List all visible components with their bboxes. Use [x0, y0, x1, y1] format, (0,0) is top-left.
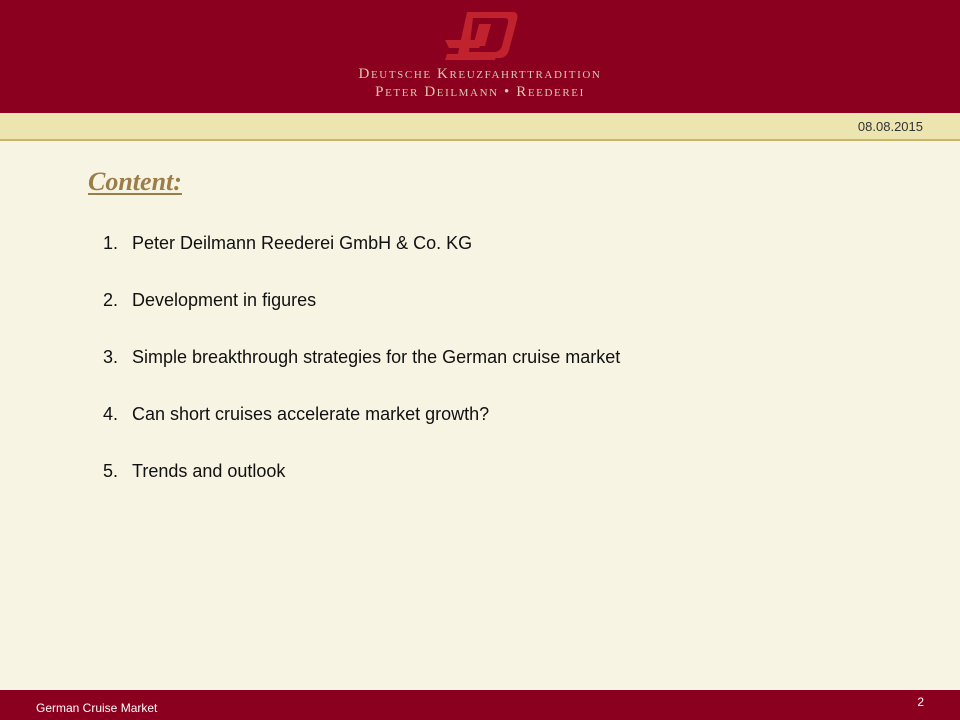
list-item-number: 5. [103, 461, 119, 481]
slide-date: 08.08.2015 [857, 119, 923, 134]
header-banner: Deutsche Kreuzfahrttradition Peter Deilm… [0, 0, 960, 113]
list-item-text: Simple breakthrough strategies for the G… [132, 347, 621, 367]
list-item-text: Trends and outlook [132, 461, 286, 481]
brand-line-1: Deutsche Kreuzfahrttradition [358, 66, 602, 82]
brand-line-2: Peter Deilmann • Reederei [375, 84, 585, 100]
date-bar: 08.08.2015 [0, 113, 960, 141]
list-item-text: Peter Deilmann Reederei GmbH & Co. KG [132, 233, 473, 253]
footer-bar: German Cruise Market 2 [0, 690, 960, 720]
list-item-number: 3. [103, 347, 119, 367]
list-item: 2. Development in figures [103, 290, 620, 347]
peter-deilmann-logo-icon [445, 12, 518, 60]
list-item: 1. Peter Deilmann Reederei GmbH & Co. KG [103, 233, 620, 290]
list-item-text: Can short cruises accelerate market grow… [132, 404, 490, 424]
list-item-number: 2. [103, 290, 119, 310]
list-item: 3. Simple breakthrough strategies for the… [103, 347, 620, 404]
footer-label: German Cruise Market [36, 701, 158, 715]
slide-title: Content: [88, 167, 182, 196]
list-item-text: Development in figures [132, 290, 317, 310]
content-list: 1. Peter Deilmann Reederei GmbH & Co. KG … [103, 233, 620, 518]
list-item: 5. Trends and outlook [103, 461, 620, 518]
list-item-number: 1. [103, 233, 119, 253]
list-item-number: 4. [103, 404, 119, 424]
list-item: 4. Can short cruises accelerate market gr… [103, 404, 620, 461]
page-number: 2 [917, 695, 924, 709]
